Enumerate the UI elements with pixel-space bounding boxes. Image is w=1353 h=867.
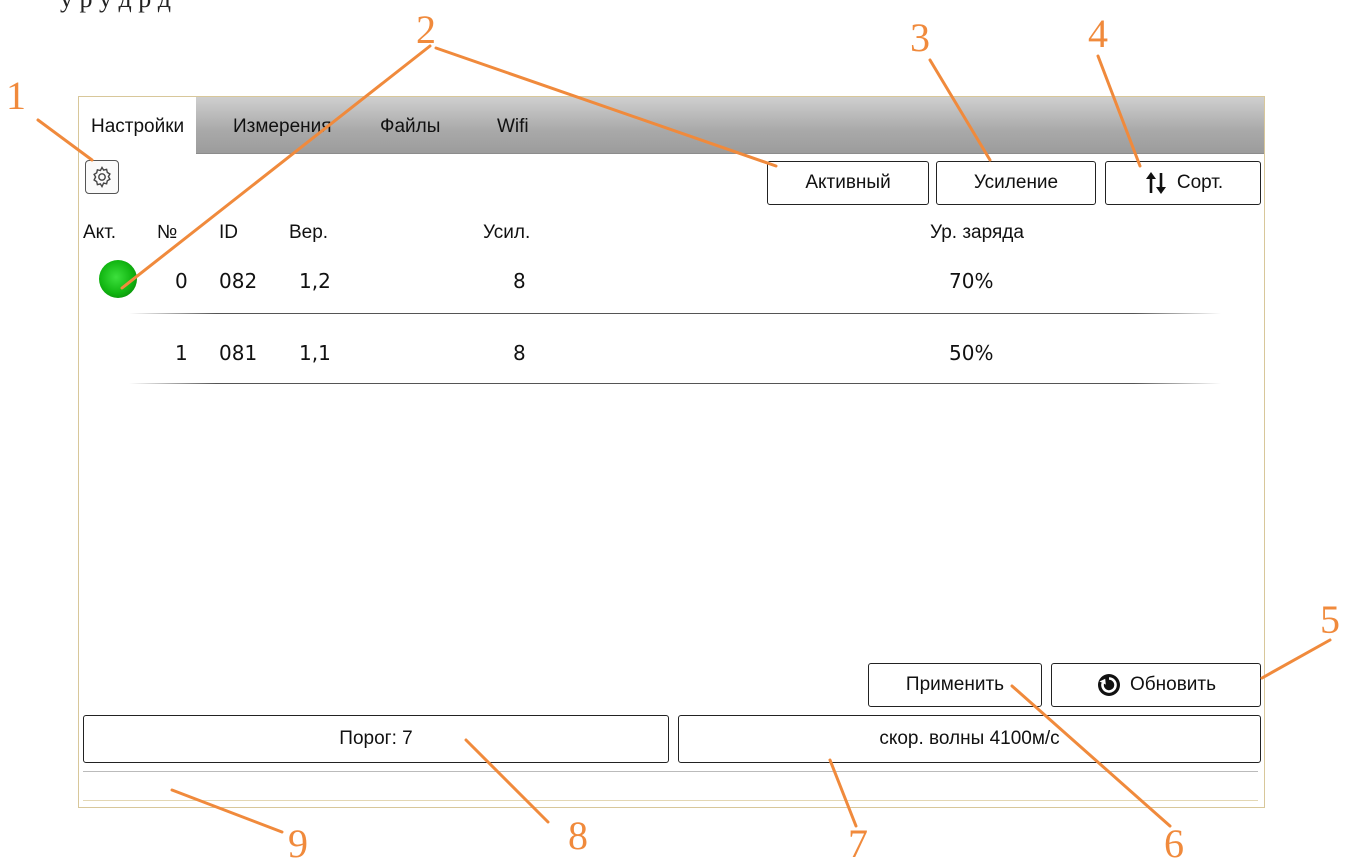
wave-speed-field[interactable]: скор. волны 4100м/с xyxy=(678,715,1261,763)
tab-settings[interactable]: Настройки xyxy=(79,97,197,154)
callout-2: 2 xyxy=(416,7,436,52)
cell-gain: 8 xyxy=(513,341,526,365)
callout-5: 5 xyxy=(1320,597,1340,642)
cell-charge: 70% xyxy=(949,269,994,293)
active-button-label: Активный xyxy=(805,172,891,193)
sort-button-label: Сорт. xyxy=(1176,172,1224,193)
wave-speed-value: скор. волны 4100м/с xyxy=(879,728,1060,749)
tab-measurements[interactable]: Измерения xyxy=(221,97,344,153)
apply-button-label: Применить xyxy=(905,674,1005,695)
callout-1: 1 xyxy=(6,73,26,118)
callout-8: 8 xyxy=(568,813,588,858)
col-header-id: ID xyxy=(219,222,238,243)
refresh-icon xyxy=(1097,674,1120,696)
cell-id: 081 xyxy=(219,341,258,365)
apply-button[interactable]: Применить xyxy=(868,663,1042,707)
sort-arrows-icon xyxy=(1145,172,1166,194)
cell-version: 1,1 xyxy=(299,341,331,365)
cell-number: 1 xyxy=(175,341,188,365)
gain-button[interactable]: Усиление xyxy=(936,161,1096,205)
gain-button-label: Усиление xyxy=(973,172,1059,193)
sort-button[interactable]: Сорт. xyxy=(1105,161,1261,205)
app-window: Настройки Измерения Файлы Wifi Активный … xyxy=(78,96,1265,808)
cell-charge: 50% xyxy=(949,341,994,365)
refresh-button[interactable]: Обновить xyxy=(1051,663,1261,707)
col-header-version: Вер. xyxy=(289,222,329,243)
col-header-charge: Ур. заряда xyxy=(930,222,1024,243)
row-divider xyxy=(129,383,1221,384)
cell-gain: 8 xyxy=(513,269,526,293)
threshold-field[interactable]: Порог: 7 xyxy=(83,715,669,763)
gear-icon xyxy=(93,166,111,188)
tab-wifi[interactable]: Wifi xyxy=(485,97,541,153)
callout-4: 4 xyxy=(1088,11,1108,56)
active-indicator xyxy=(99,260,137,298)
col-header-gain: Усил. xyxy=(483,222,531,243)
row-divider xyxy=(129,313,1221,314)
status-bar xyxy=(83,771,1258,801)
cell-id: 082 xyxy=(219,269,258,293)
tab-bar: Настройки Измерения Файлы Wifi xyxy=(79,97,1264,154)
callout-7: 7 xyxy=(848,821,868,866)
tab-files[interactable]: Файлы xyxy=(368,97,452,153)
threshold-value: Порог: 7 xyxy=(339,728,413,749)
settings-button[interactable] xyxy=(85,160,119,194)
cell-version: 1,2 xyxy=(299,269,331,293)
active-button[interactable]: Активный xyxy=(767,161,929,205)
col-header-number: № xyxy=(157,222,178,243)
callout-3: 3 xyxy=(910,15,930,60)
cell-number: 0 xyxy=(175,269,188,293)
refresh-button-label: Обновить xyxy=(1129,674,1217,695)
col-header-active: Акт. xyxy=(83,222,117,243)
caption-fragment: у р у д р д xyxy=(60,0,1060,14)
callout-6: 6 xyxy=(1164,821,1184,866)
callout-9: 9 xyxy=(288,821,308,866)
